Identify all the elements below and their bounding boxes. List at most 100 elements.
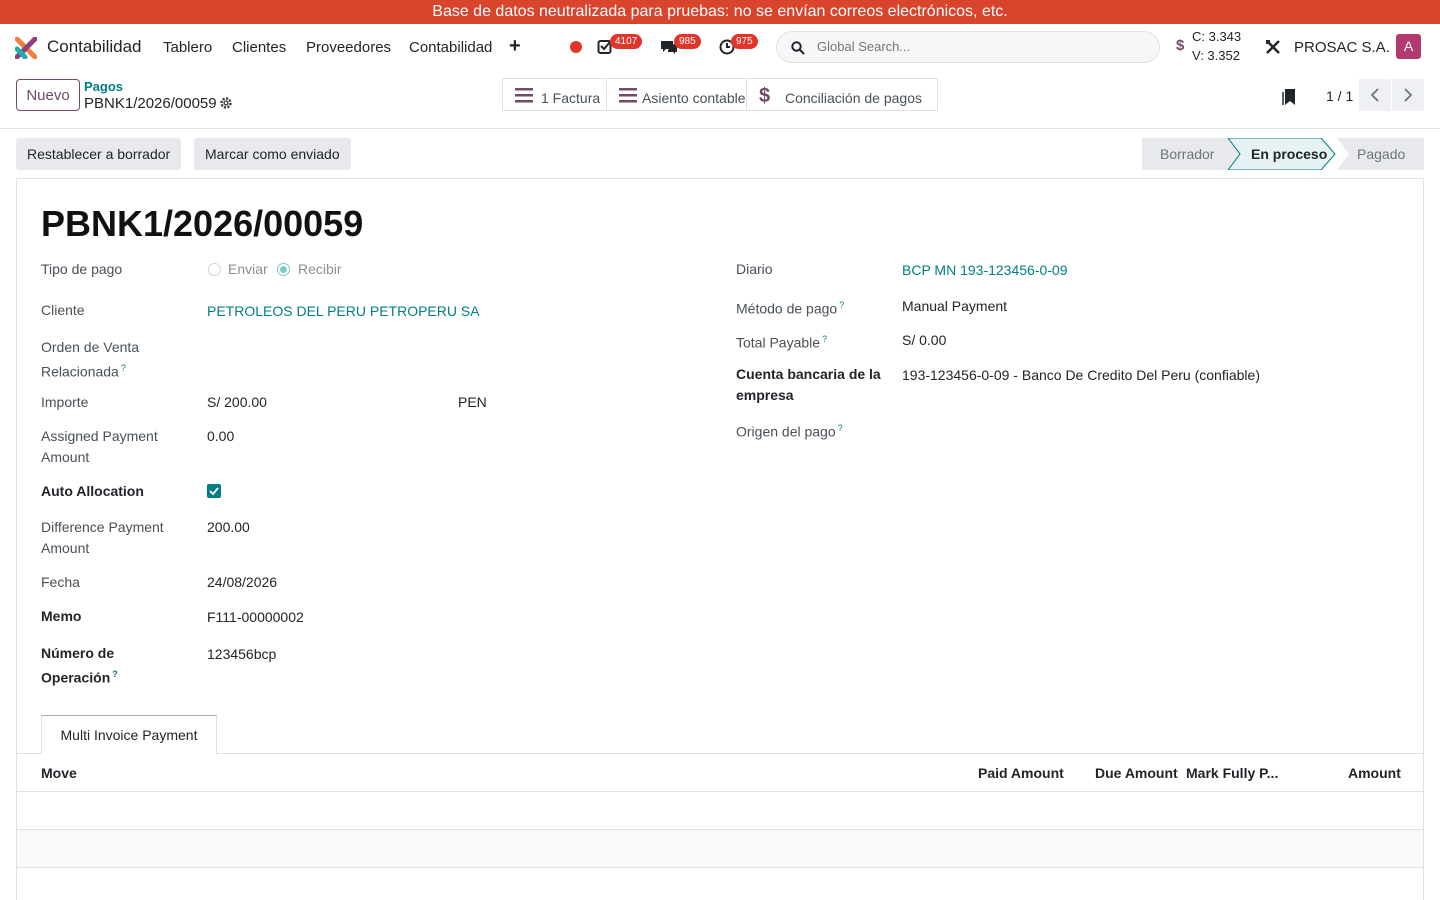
amount-value[interactable]: S/ 200.00 (207, 392, 267, 413)
help-icon[interactable]: ? (822, 334, 827, 344)
record-title: PBNK1/2026/00059 (41, 203, 364, 244)
difference-amount-label: Difference Payment Amount (41, 517, 164, 559)
memo-label: Memo (41, 608, 82, 624)
journal-entry-smart-label: Asiento contable (642, 90, 746, 106)
company-switcher[interactable]: PROSAC S.A. (1294, 39, 1390, 56)
pager-previous-button[interactable] (1359, 79, 1391, 111)
status-en-proceso[interactable]: En proceso (1227, 138, 1336, 170)
control-panel: Nuevo Pagos PBNK1/2026/00059 1 Factura A… (0, 70, 1440, 129)
payment-origin-label: Origen del pago? (736, 418, 843, 443)
customer-value[interactable]: PETROLEOS DEL PERU PETROPERU SA (207, 301, 480, 322)
plus-icon[interactable]: + (509, 35, 521, 58)
table-row-divider (17, 867, 1423, 868)
svg-text:En proceso: En proceso (1251, 146, 1327, 162)
payment-method-value[interactable]: Manual Payment (902, 296, 1007, 317)
user-avatar[interactable]: A (1396, 34, 1421, 59)
payment-type-send-radio[interactable] (208, 263, 221, 276)
tab-multi-invoice-payment[interactable]: Multi Invoice Payment (41, 715, 217, 755)
company-bank-account-value[interactable]: 193-123456-0-09 - Banco De Credito Del P… (902, 365, 1260, 386)
breadcrumb-parent[interactable]: Pagos (84, 79, 123, 94)
assigned-amount-value: 0.00 (207, 428, 235, 444)
reconciliation-smart-button[interactable]: $ Conciliación de pagos (746, 78, 938, 111)
app-name[interactable]: Contabilidad (47, 37, 142, 57)
operation-number-value[interactable]: 123456bcp (207, 644, 276, 665)
journal-label: Diario (736, 261, 773, 277)
operation-number-label-line1: Número de (41, 645, 115, 661)
help-icon[interactable]: ? (839, 300, 844, 310)
status-borrador[interactable]: Borrador (1142, 138, 1242, 170)
form-sheet: PBNK1/2026/00059 Tipo de pago Enviar Rec… (16, 178, 1424, 900)
menu-proveedores[interactable]: Proveedores (306, 39, 391, 56)
status-pagado[interactable]: Pagado (1337, 138, 1424, 170)
column-move[interactable]: Move (41, 765, 77, 781)
column-paid-amount[interactable]: Paid Amount (978, 765, 1064, 781)
search-icon (791, 41, 805, 55)
payment-type-receive-radio[interactable] (277, 263, 290, 276)
exchange-rate-buy: C: 3.343 (1192, 29, 1242, 44)
invoice-smart-button[interactable]: 1 Factura (502, 78, 607, 111)
global-search-box[interactable] (776, 31, 1160, 63)
difference-amount-label-line2: Amount (41, 540, 90, 556)
payment-origin-label-text: Origen del pago (736, 423, 836, 440)
company-bank-account-label-line2: empresa (736, 387, 794, 403)
activities-count-badge: 4107 (610, 34, 643, 49)
form-statusbar: Restablecer a borrador Marcar como envia… (0, 129, 1440, 179)
help-icon[interactable]: ? (112, 669, 118, 679)
reset-to-draft-button[interactable]: Restablecer a borrador (16, 138, 182, 170)
app-logo-icon[interactable] (15, 37, 37, 59)
pager-next-button[interactable] (1392, 79, 1424, 111)
column-due-amount[interactable]: Due Amount (1095, 765, 1178, 781)
assigned-amount-label: Assigned Payment Amount (41, 426, 158, 468)
checkmark-icon (209, 487, 219, 496)
memo-value[interactable]: F111-00000002 (207, 607, 304, 628)
date-label: Fecha (41, 574, 80, 590)
timers-count-badge: 975 (731, 34, 758, 49)
dollar-icon: $ (759, 85, 770, 105)
record-dot-icon[interactable] (570, 41, 582, 53)
list-icon (619, 88, 637, 103)
assigned-amount-label-line1: Assigned Payment (41, 428, 158, 444)
mark-as-sent-button[interactable]: Marcar como enviado (194, 138, 351, 170)
journal-value[interactable]: BCP MN 193-123456-0-09 (902, 260, 1068, 281)
gear-icon[interactable] (219, 96, 233, 110)
breadcrumb-current: PBNK1/2026/00059 (84, 95, 217, 112)
help-icon[interactable]: ? (121, 363, 126, 373)
pager-value[interactable]: 1 / 1 (1326, 88, 1353, 104)
difference-amount-value: 200.00 (207, 519, 250, 535)
top-navbar: Contabilidad Tablero Clientes Proveedore… (0, 24, 1440, 70)
auto-allocation-checkbox[interactable] (207, 484, 221, 498)
column-mark-fully-paid[interactable]: Mark Fully P... (1186, 765, 1278, 781)
customer-label: Cliente (41, 302, 85, 318)
table-header-divider (17, 791, 1423, 792)
payment-method-label-text: Método de pago (736, 300, 838, 317)
tools-icon[interactable] (1264, 38, 1282, 56)
column-amount[interactable]: Amount (1348, 765, 1401, 781)
invoice-smart-label: 1 Factura (541, 90, 601, 106)
global-search-input[interactable] (817, 39, 1147, 54)
journal-entry-smart-button[interactable]: Asiento contable (606, 78, 747, 111)
menu-clientes[interactable]: Clientes (232, 39, 286, 56)
menu-contabilidad[interactable]: Contabilidad (409, 39, 492, 56)
dollar-icon: $ (1176, 37, 1185, 54)
notebook-divider (17, 753, 1423, 754)
amount-currency[interactable]: PEN (458, 392, 487, 413)
table-row-divider (17, 829, 1423, 830)
sale-order-label: Orden de Venta Relacionada? (41, 337, 139, 383)
new-button[interactable]: Nuevo (16, 79, 80, 111)
date-value[interactable]: 24/08/2026 (207, 572, 277, 593)
help-icon[interactable]: ? (838, 423, 843, 433)
chevron-right-icon (1404, 88, 1413, 102)
svg-text:Pagado: Pagado (1357, 146, 1405, 162)
amount-label: Importe (41, 394, 89, 410)
messages-count-badge: 985 (674, 34, 701, 49)
bookmark-icon[interactable] (1282, 88, 1298, 106)
menu-tablero[interactable]: Tablero (163, 39, 212, 56)
company-bank-account-label: Cuenta bancaria de la empresa (736, 364, 881, 406)
total-payable-value: S/ 0.00 (902, 332, 947, 348)
list-icon (515, 88, 533, 103)
svg-text:$: $ (759, 85, 770, 105)
operation-number-label: Número de Operación? (41, 643, 118, 689)
reconciliation-smart-label: Conciliación de pagos (785, 90, 922, 106)
total-payable-label: Total Payable? (736, 329, 827, 354)
exchange-rate-sell: V: 3.352 (1192, 48, 1240, 63)
